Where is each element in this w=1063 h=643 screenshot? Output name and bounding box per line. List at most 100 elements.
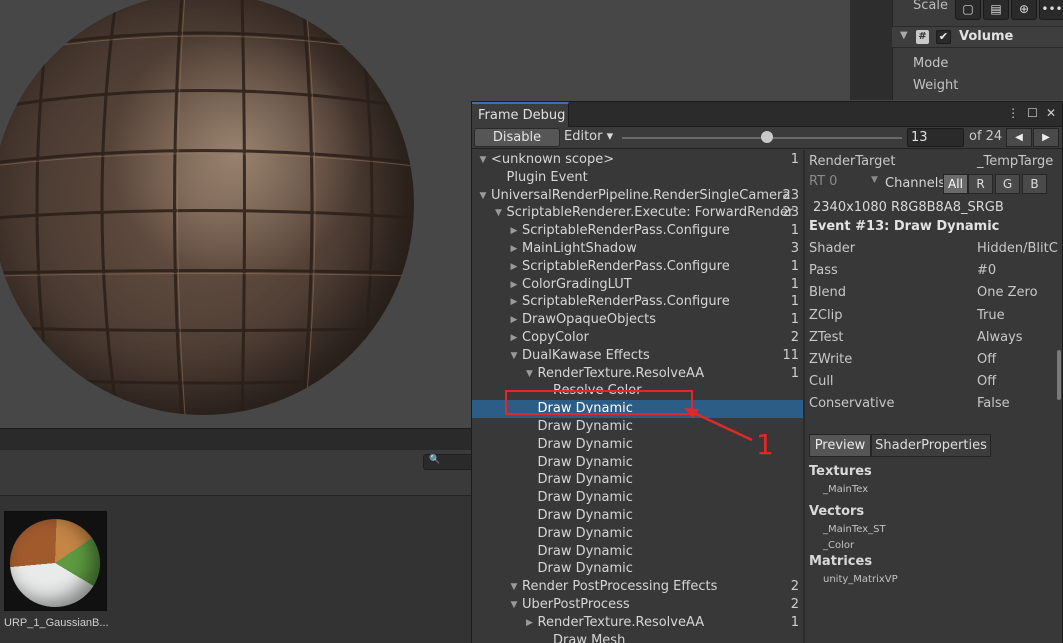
tree-row[interactable]: ▶ ScriptableRenderPass.Configure 1 [472,293,803,311]
rt-dropdown[interactable]: RT 0 ▼ [809,174,881,193]
frame-debug-titlebar: Frame Debug ⋮ ☐ ✕ [472,102,1062,127]
collapsed-arrow-icon[interactable]: ▶ [508,293,520,311]
expanded-arrow-icon[interactable]: ▼ [477,187,489,205]
project-toolbar [0,450,472,496]
more-icon[interactable]: ••• [1039,0,1063,20]
collapsed-arrow-icon[interactable]: ▶ [508,222,520,240]
channel-b-button[interactable]: B [1022,174,1047,194]
material-preview-ball [10,519,100,607]
disable-button[interactable]: Disable [474,128,560,147]
tree-row[interactable]: Draw Dynamic [472,454,803,472]
shader-property-item[interactable]: _Color [823,540,854,551]
collapsed-arrow-icon[interactable]: ▶ [508,276,520,294]
tree-row[interactable]: ▶ CopyColor 2 [472,329,803,347]
tree-row[interactable]: Draw Dynamic [472,471,803,489]
tree-row[interactable]: ▼ DualKawase Effects 11 [472,347,803,365]
mode-label: Mode [913,56,949,71]
property-name: ZTest [809,329,844,345]
collapsed-arrow-icon[interactable]: ▶ [508,240,520,258]
tree-row[interactable]: Plugin Event [472,169,803,187]
tree-row[interactable]: Draw Dynamic [472,507,803,525]
property-value: Off [977,374,997,390]
tree-row[interactable]: ▶ ColorGradingLUT 1 [472,276,803,294]
tree-row-count: 1 [790,258,799,274]
tree-row[interactable]: ▶ ScriptableRenderPass.Configure 1 [472,222,803,240]
tree-row-count: 2 [790,330,799,345]
tree-row[interactable]: Draw Dynamic [472,560,803,578]
tree-row[interactable]: Draw Mesh [472,632,803,643]
maximize-icon[interactable]: ☐ [1027,106,1038,120]
property-value: Hidden/BlitC [977,241,1058,256]
close-icon[interactable]: ✕ [1046,106,1056,120]
property-name: Blend [809,285,847,301]
property-name: Cull [809,374,834,390]
shader-property-item[interactable]: _MainTex [823,484,868,495]
tree-row[interactable]: Draw Dynamic [472,418,803,436]
tree-row[interactable]: ▼ Render PostProcessing Effects 2 [472,578,803,596]
collapsed-arrow-icon[interactable]: ▶ [524,614,536,632]
tree-row[interactable]: Draw Dynamic [472,489,803,507]
tree-row[interactable]: ▼ UniversalRenderPipeline.RenderSingleCam… [472,187,803,205]
channel-all-button[interactable]: All [943,174,968,194]
collapsed-arrow-icon[interactable]: ▶ [508,311,520,329]
tree-row-label: Draw Dynamic [537,454,633,470]
frame-debug-title: Frame Debug [478,108,566,123]
kebab-menu-icon[interactable]: ⋮ [1007,106,1019,120]
project-search-input[interactable]: 🔍 [423,454,472,470]
tab-preview[interactable]: Preview [809,434,871,457]
volume-enabled-checkbox[interactable]: ✔ [936,30,951,44]
download-icon[interactable]: ⊕ [1011,0,1037,20]
asset-thumbnail[interactable] [4,511,107,611]
tree-row[interactable]: ▶ RenderTexture.ResolveAA 1 [472,614,803,632]
collapsed-arrow-icon[interactable]: ▶ [508,329,520,347]
expanded-arrow-icon[interactable]: ▼ [477,151,489,169]
expanded-arrow-icon[interactable]: ▼ [493,204,505,222]
foldout-arrow-icon[interactable]: ▼ [900,30,908,41]
target-dropdown[interactable]: Editor ▾ [564,129,613,144]
frame-debug-window: Frame Debug ⋮ ☐ ✕ Disable Editor ▾ 13 of… [471,101,1063,643]
next-event-button[interactable]: ▶ [1033,128,1059,147]
tree-row-count: 1 [790,294,799,310]
collapsed-arrow-icon[interactable]: ▶ [508,258,520,276]
event-index-input[interactable]: 13 [907,128,964,147]
tree-row[interactable]: ▶ MainLightShadow 3 [472,240,803,258]
tree-row-count: 11 [782,347,799,363]
tree-row-label: DualKawase Effects [522,347,650,363]
tree-row-label: Draw Dynamic [537,561,633,577]
frame-debug-tab[interactable]: Frame Debug [472,102,569,127]
tree-row-label: MainLightShadow [522,241,637,256]
asset-name[interactable]: URP_1_GaussianB... [4,617,109,629]
tree-row-count: 1 [790,365,799,381]
shader-property-item[interactable]: unity_MatrixVP [823,574,898,585]
layout-icon[interactable]: ▤ [983,0,1009,20]
volume-component-icon: # [916,30,929,44]
shader-property-item[interactable]: _MainTex_ST [823,524,886,535]
tree-row-label: ScriptableRenderer.Execute: ForwardRende… [506,205,794,221]
comment-icon[interactable]: ▢ [955,0,981,20]
tree-row[interactable]: ▼ <unknown scope> 1 [472,151,803,169]
tab-shader-properties[interactable]: ShaderProperties [871,434,991,457]
channel-g-button[interactable]: G [995,174,1020,194]
tree-row-label: UniversalRenderPipeline.RenderSingleCame… [491,187,791,203]
tree-row[interactable]: Draw Dynamic [472,543,803,561]
tree-row[interactable]: ▶ DrawOpaqueObjects 1 [472,311,803,329]
tree-row-count: 1 [790,152,799,167]
tree-row[interactable]: ▼ UberPostProcess 2 [472,596,803,614]
tree-row[interactable]: Draw Dynamic [472,525,803,543]
expanded-arrow-icon[interactable]: ▼ [508,578,520,596]
inspector-toolbar: ▢ ▤ ⊕ ••• [955,0,1063,20]
tree-row[interactable]: ▼ RenderTexture.ResolveAA 1 [472,365,803,383]
event-slider-handle[interactable] [761,131,773,143]
channel-r-button[interactable]: R [968,174,993,194]
details-scrollbar[interactable] [1057,350,1061,400]
previous-event-button[interactable]: ◀ [1006,128,1032,147]
expanded-arrow-icon[interactable]: ▼ [508,596,520,614]
expanded-arrow-icon[interactable]: ▼ [524,365,536,383]
tree-row-label: Draw Dynamic [537,525,633,541]
tree-row[interactable]: ▼ ScriptableRenderer.Execute: ForwardRend… [472,204,803,222]
expanded-arrow-icon[interactable]: ▼ [508,347,520,365]
property-value: Off [977,352,997,367]
tree-row[interactable]: Draw Dynamic [472,436,803,454]
tree-row-count: 3 [790,241,799,256]
tree-row[interactable]: ▶ ScriptableRenderPass.Configure 1 [472,258,803,276]
